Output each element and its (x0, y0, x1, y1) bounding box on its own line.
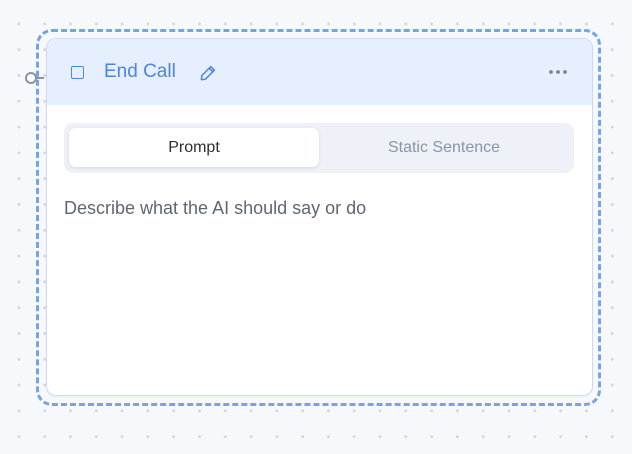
connector-stub (36, 77, 44, 79)
prompt-mode-tabs: Prompt Static Sentence (64, 123, 574, 173)
more-horizontal-icon[interactable] (547, 63, 569, 81)
node-title[interactable]: End Call (104, 60, 176, 84)
flow-canvas[interactable]: End Call Prompt Static Sentence Describe… (0, 0, 632, 454)
prompt-input[interactable]: Describe what the AI should say or do (64, 196, 366, 220)
square-stop-icon (71, 66, 84, 79)
tab-static-sentence[interactable]: Static Sentence (319, 128, 569, 167)
node-header[interactable]: End Call (47, 39, 592, 105)
tab-prompt[interactable]: Prompt (69, 128, 319, 167)
end-call-node[interactable]: End Call Prompt Static Sentence Describe… (46, 38, 593, 396)
pencil-icon[interactable] (199, 64, 217, 82)
